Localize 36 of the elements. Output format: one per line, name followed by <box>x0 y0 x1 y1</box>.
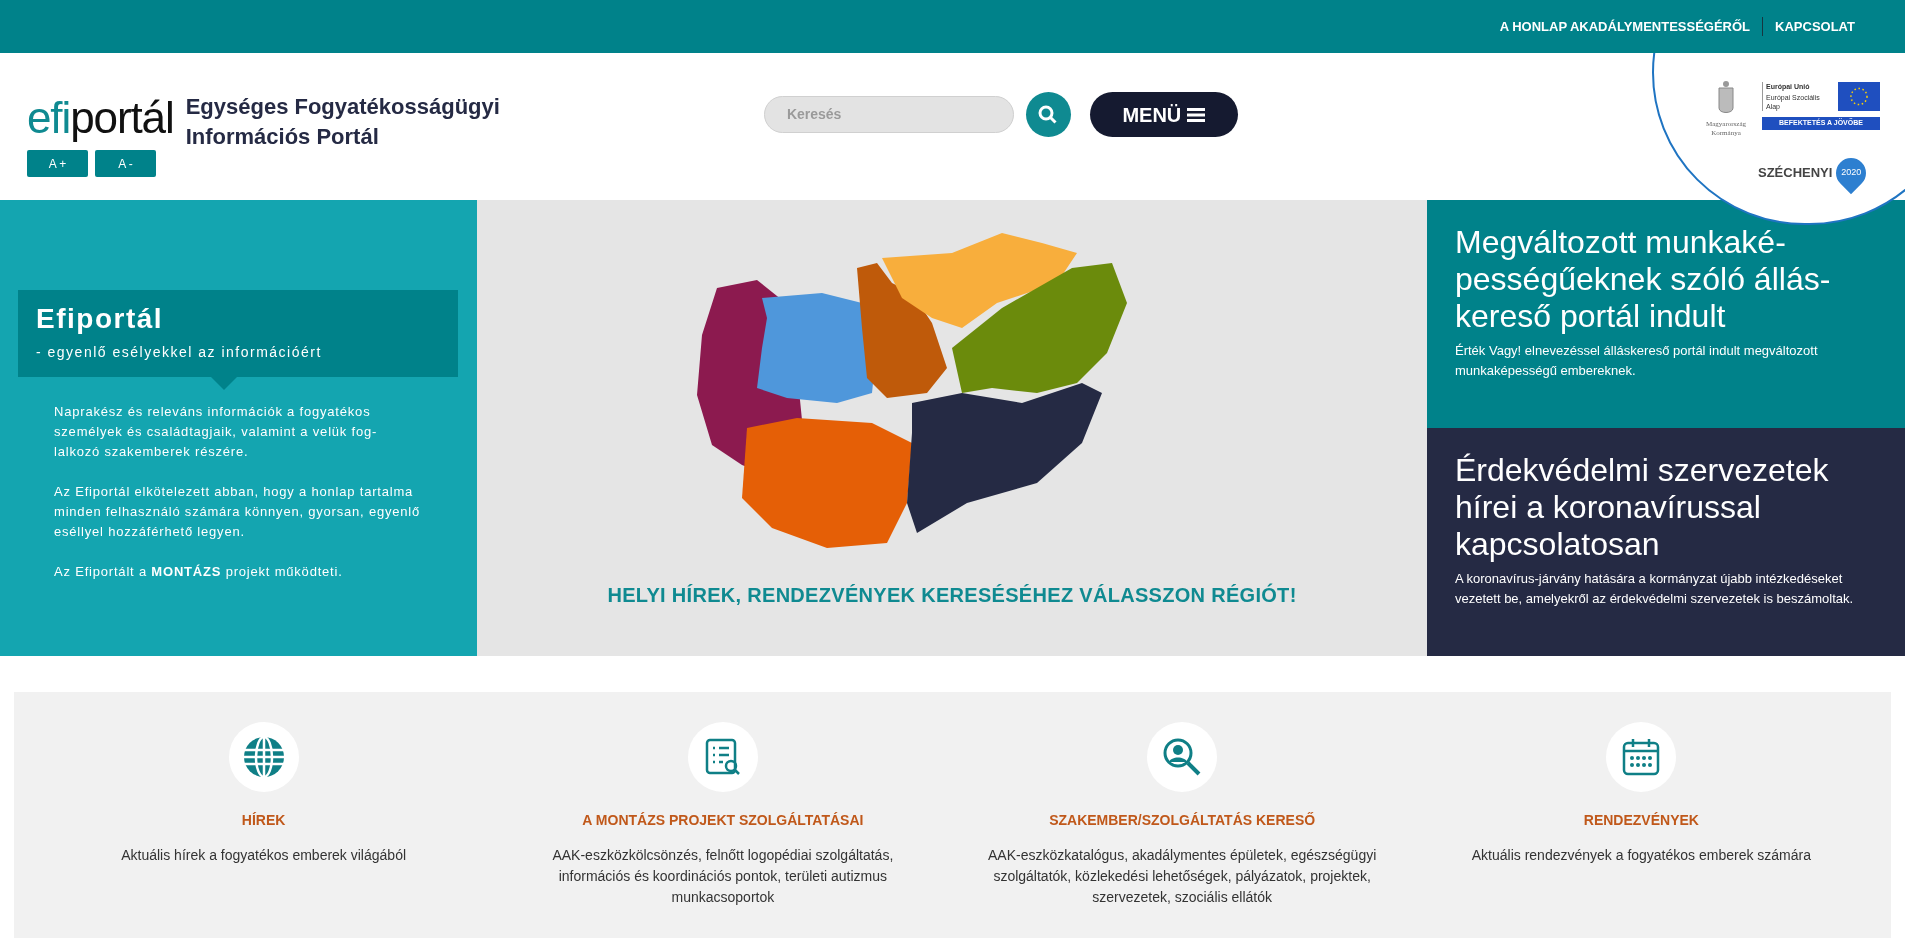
news-card[interactable]: Érdekvédelmi szervezetek hírei a koronavírussal kapcsolatosan A koronavírus-járvány hatására a kormányzat újabb intézkedéseket vezetett be, amelyekről az érdekvédelmi szervezetek is beszámoltak. <box>1427 428 1905 656</box>
service-title[interactable]: A MONTÁZS PROJEKT SZOLGÁLTATÁSAI <box>582 810 864 831</box>
font-size-button[interactable]: A - <box>95 150 156 177</box>
nav-link[interactable]: A HONLAP AKADÁLYMENTESSÉGÉRŐL <box>1487 16 1763 37</box>
globe-icon <box>241 735 286 779</box>
intro-subtitle: - egyenlő esélyekkel az információért <box>36 343 323 362</box>
news-card[interactable]: Megváltozott munkaké- pességűeknek szóló állás- kereső portál indult Érték Vagy! elnevezéssel álláskereső portál indult megváltozott munkaképességű embereknek. <box>1427 200 1905 428</box>
search-field[interactable]: Keresés <box>763 96 1014 133</box>
site-logo[interactable]: efiportál <box>27 96 174 140</box>
menu-button[interactable]: MENÜ <box>1089 92 1238 137</box>
service-title[interactable]: RENDEZVÉNYEK <box>1583 810 1699 831</box>
search-button[interactable] <box>1025 92 1071 137</box>
nav-link[interactable]: KAPCSOLAT <box>1762 16 1867 37</box>
news-summary: A koronavírus-járvány hatására a kormányzat újabb intézkedéseket vezetett be, amelyekről az érdekvédelmi szervezetek is beszámoltak. <box>1455 570 1855 608</box>
map-caption: HELYI HÍREK, RENDEZVÉNYEK KERESÉSÉHEZ VÁLASSZON RÉGIÓT! <box>607 582 1297 608</box>
news-title: Érdekvédelmi szervezetek hírei a koronavírussal kapcsolatosan <box>1455 452 1830 563</box>
news-summary: Érték Vagy! elnevezéssel álláskereső portál indult megváltozott munkaképességű embereknek. <box>1455 342 1819 380</box>
search-icon <box>1038 104 1059 125</box>
intro-paragraph: Az Efiportál elkötelezett abban, hogy a honlap tartalma minden felhasználó számára könnyen, gyorsan, egyenlő eséllyel hozzáférhető legyen. <box>54 483 422 541</box>
font-size-button[interactable]: A + <box>27 150 88 177</box>
menu-icon <box>1187 106 1206 123</box>
intro-paragraph: Az Efiportált a MONTÁZS projekt működteti. <box>54 563 344 581</box>
calendar-icon <box>1621 737 1662 777</box>
intro-paragraph: Naprakész és releváns információk a fogyatékos személyek és családtagjaik, valamint a velük fog- lalkozó szakemberek részére. <box>54 403 379 461</box>
eu-flag-icon <box>1838 82 1880 111</box>
service-text: Aktuális rendezvények a fogyatékos emberek számára <box>1471 846 1811 865</box>
service-text: AAK-eszközkölcsönzés, felnőtt logopédiai szolgáltatás, információs és koordinációs pontok, területi autizmus munkacsoportok <box>551 846 895 907</box>
site-title: Egységes Fogyatékosságügyi Információs Portál <box>185 92 500 151</box>
service-text: AAK-eszközkatalógus, akadálymentes épületek, egészségügyi szolgáltatók, közlekedési lehetőségek, pályázatok, projektek, szervezetek, szociális ellátók <box>986 846 1378 907</box>
programme-label: SZÉCHENYI <box>1758 164 1833 183</box>
search-input[interactable]: Keresés <box>786 104 991 125</box>
programme-year: 2020 <box>1841 166 1862 180</box>
intro-title: Efiportál <box>36 302 165 336</box>
service-title[interactable]: SZAKEMBER/SZOLGÁLTATÁS KERESŐ <box>1049 810 1316 831</box>
service-text: Aktuális hírek a fogyatékos emberek világából <box>121 846 407 865</box>
service-title[interactable]: HÍREK <box>241 810 286 831</box>
